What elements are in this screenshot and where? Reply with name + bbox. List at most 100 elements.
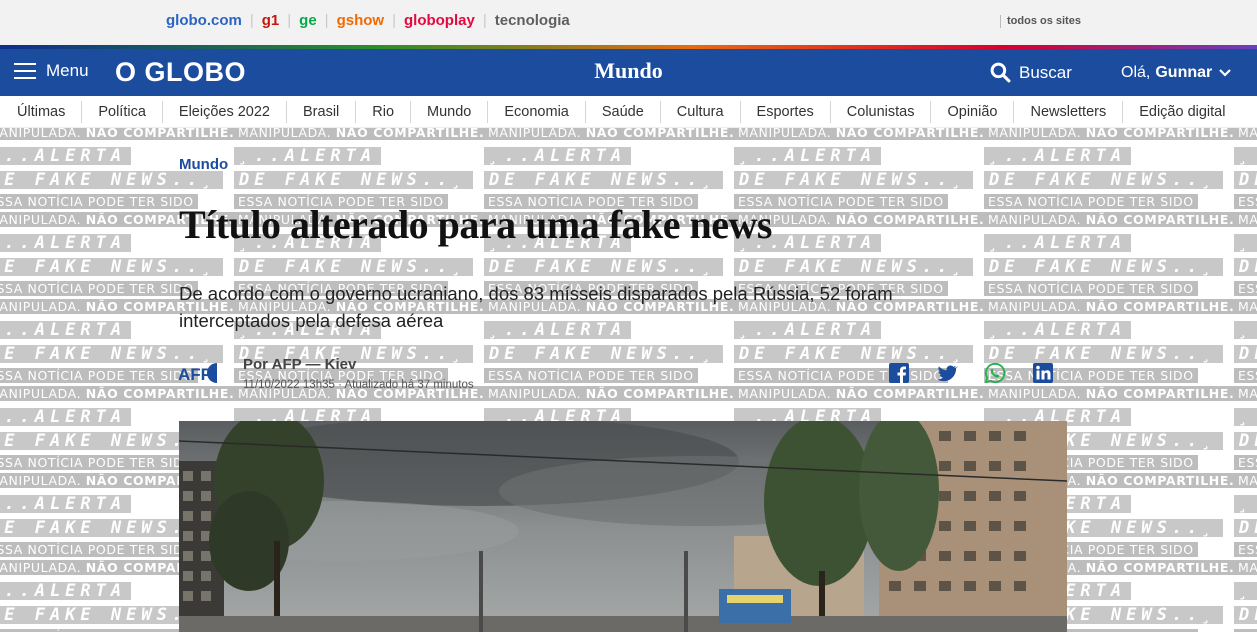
sites-links: globo.com | g1 | ge | gshow | globoplay | tec… <box>166 12 570 29</box>
watermark-text: ¸..ALERTA <box>0 321 132 339</box>
watermark-text: MANIPULADA. NÃO COMPARTILHE. <box>734 212 989 227</box>
all-sites-link[interactable]: todos os sites <box>1000 15 1081 28</box>
article-headline: Título alterado para uma fake news <box>179 202 773 247</box>
watermark-text: MANIPULADA. NÃO COMPARTILHE. <box>1234 299 1257 314</box>
watermark-text: MANIPULADA. NÃO COMPARTILHE. <box>1234 473 1257 488</box>
watermark-text: ¸..ALERTA <box>0 147 132 165</box>
site-link-globo[interactable]: globo.com <box>166 12 242 29</box>
site-link-ge[interactable]: ge <box>299 12 317 29</box>
watermark-text: DE FAKE NEWS..¸ <box>484 171 723 189</box>
nav-item-saude[interactable]: Saúde <box>586 101 661 123</box>
watermark-text: ESSA NOTÍCIA PODE TER SIDO <box>0 194 198 209</box>
watermark-text: MANIPULADA. NÃO COMPARTILHE. <box>984 299 1239 314</box>
watermark-text: DE FAKE NEWS..¸ <box>1234 606 1257 624</box>
watermark-text: MANIPULADA. NÃO COMPARTILHE. <box>1234 386 1257 401</box>
search-icon <box>990 62 1011 83</box>
search-label: Buscar <box>1019 62 1072 82</box>
watermark-text: MANIPULADA. NÃO COMPARTILHE. <box>984 212 1239 227</box>
linkedin-icon[interactable] <box>1032 362 1054 384</box>
chevron-down-icon <box>1219 69 1232 77</box>
watermark-text: DE FAKE NEWS..¸ <box>984 258 1223 276</box>
user-name: Gunnar <box>1155 64 1213 81</box>
watermark-text: MANIPULADA. NÃO COMPARTILHE. <box>734 128 989 140</box>
watermark-text: ¸..ALERTA <box>1234 147 1257 165</box>
watermark-text: MANIPULADA. NÃO COMPARTILHE. <box>1234 560 1257 575</box>
article-kicker[interactable]: Mundo <box>179 156 228 173</box>
nav-item-eleicoes[interactable]: Eleições 2022 <box>163 101 287 123</box>
article-subhead: De acordo com o governo ucraniano, dos 8… <box>179 283 893 331</box>
watermark-text: ESSA NOTÍCIA PODE TER SIDO <box>0 455 198 470</box>
watermark-text: DE FAKE NEWS..¸ <box>734 345 973 363</box>
nav-item-economia[interactable]: Economia <box>488 101 586 123</box>
section-nav: Últimas Política Eleições 2022 Brasil Ri… <box>0 96 1257 128</box>
site-header: Menu O GLOBO Mundo Buscar Olá, Gunnar <box>0 49 1257 96</box>
globo-sites-bar: globo.com | g1 | ge | gshow | globoplay | tec… <box>0 0 1257 46</box>
watermark-text: MANIPULADA. NÃO COMPARTILHE. <box>0 386 239 401</box>
watermark-text: ¸..ALERTA <box>734 147 882 165</box>
watermark-text: DE FAKE NEWS..¸ <box>734 171 973 189</box>
watermark-text: DE FAKE NEWS..¸ <box>1234 519 1257 537</box>
watermark-text: MANIPULADA. NÃO COMPARTILHE. <box>1234 212 1257 227</box>
menu-button[interactable]: Menu <box>14 61 89 81</box>
watermark-text: ¸..ALERTA <box>0 582 132 600</box>
watermark-text: DE FAKE NEWS..¸ <box>1234 171 1257 189</box>
watermark-text: MANIPULADA. NÃO COMPARTILHE. <box>484 128 739 140</box>
watermark-text: ¸..ALERTA <box>0 234 132 252</box>
nav-item-ultimas[interactable]: Últimas <box>1 101 83 123</box>
nav-item-cultura[interactable]: Cultura <box>661 101 741 123</box>
nav-item-opiniao[interactable]: Opinião <box>931 101 1015 123</box>
watermark-text: MANIPULADA. NÃO COMPARTILHE. <box>734 386 989 401</box>
watermark-text: DE FAKE NEWS..¸ <box>484 345 723 363</box>
afp-logo-text: AFP <box>178 365 212 384</box>
whatsapp-icon[interactable] <box>984 362 1006 384</box>
watermark-text: ESSA NOTÍCIA PODE TER SIDO <box>984 281 1198 296</box>
watermark-text: ESSA NOTÍCIA PODE TER SIDO <box>484 368 698 383</box>
watermark-text: ¸..ALERTA <box>984 321 1132 339</box>
nav-item-rio[interactable]: Rio <box>356 101 412 123</box>
watermark-text: ¸..ALERTA <box>984 234 1132 252</box>
divider: | <box>324 12 329 29</box>
afp-logo-icon: AFP <box>178 363 217 384</box>
facebook-icon[interactable] <box>888 362 910 384</box>
nav-item-newsletters[interactable]: Newsletters <box>1014 101 1124 123</box>
watermark-text: ¸..ALERTA <box>1234 234 1257 252</box>
watermark-text: MANIPULADA. NÃO COMPARTILHE. <box>984 128 1239 140</box>
watermark-text: ¸..ALERTA <box>1234 408 1257 426</box>
nav-item-edicao-digital[interactable]: Edição digital <box>1123 101 1241 123</box>
user-menu-button[interactable]: Olá, Gunnar <box>1121 64 1232 82</box>
watermark-text: DE FAKE NEWS..¸ <box>734 258 973 276</box>
greeting-label: Olá, <box>1121 64 1151 81</box>
divider: | <box>287 12 292 29</box>
nav-item-politica[interactable]: Política <box>82 101 163 123</box>
divider: | <box>482 12 487 29</box>
watermark-text: ¸..ALERTA <box>984 147 1132 165</box>
watermark-text: ESSA NOTÍCIA PODE TER SIDO <box>0 281 198 296</box>
nav-item-brasil[interactable]: Brasil <box>287 101 357 123</box>
watermark-text: ¸..ALERTA <box>1234 582 1257 600</box>
watermark-text: DE FAKE NEWS..¸ <box>0 258 223 276</box>
nav-item-esportes[interactable]: Esportes <box>741 101 831 123</box>
divider: | <box>392 12 396 29</box>
watermark-text: DE FAKE NEWS..¸ <box>234 171 473 189</box>
twitter-icon[interactable] <box>936 362 958 384</box>
watermark-text: ESSA NOTÍCIA PODE TER SIDO <box>984 368 1198 383</box>
nav-item-mundo[interactable]: Mundo <box>411 101 489 123</box>
watermark-text: ESSA NOTÍCIA PODE TER SIDO <box>734 368 948 383</box>
nav-item-colunistas[interactable]: Colunistas <box>831 101 932 123</box>
watermark-text: DE FAKE NEWS..¸ <box>484 258 723 276</box>
site-link-gshow[interactable]: gshow <box>337 12 385 29</box>
watermark-text: ESSA NOTÍCIA PODE TER SIDO <box>0 368 198 383</box>
watermark-text: MANIPULADA. NÃO COMPARTILHE. <box>484 386 739 401</box>
divider: | <box>249 12 254 29</box>
watermark-text: ESSA NOTÍCIA PODE TER SIDO <box>1234 455 1257 470</box>
watermark-text: ESSA NOTÍCIA PODE TER SIDO <box>984 194 1198 209</box>
watermark-text: MANIPULADA. NÃO COMPARTILHE. <box>1234 128 1257 140</box>
site-link-globoplay[interactable]: globoplay <box>404 12 475 29</box>
site-link-g1[interactable]: g1 <box>262 12 280 29</box>
article-hero-photo[interactable] <box>179 421 1067 632</box>
o-globo-logo[interactable]: O GLOBO <box>115 57 246 88</box>
watermark-text: ¸..ALERTA <box>0 495 132 513</box>
watermark-text: MANIPULADA. NÃO COMPARTILHE. <box>234 128 489 140</box>
search-button[interactable]: Buscar <box>990 62 1072 83</box>
site-link-tecnologia[interactable]: tecnologia <box>495 12 570 29</box>
